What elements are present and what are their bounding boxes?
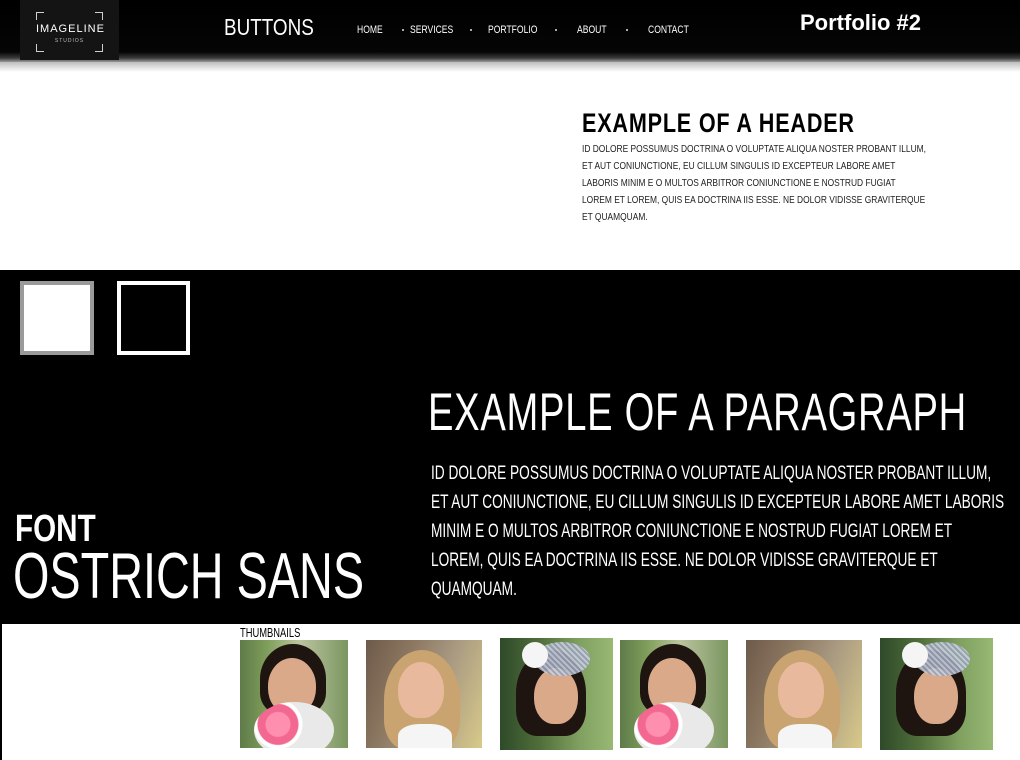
nav-separator <box>402 29 404 31</box>
thumbnail-blonde-portrait-2[interactable] <box>746 640 862 748</box>
nav-link-services[interactable]: SERVICES <box>410 24 453 36</box>
logo[interactable]: IMAGELINE STUDIOS <box>20 0 119 60</box>
thumbnail-bride-veil-2[interactable] <box>880 638 993 750</box>
logo-title: IMAGELINE <box>36 23 105 35</box>
nav-link-home[interactable]: HOME <box>357 24 383 36</box>
font-name: OSTRICH SANS <box>13 539 365 612</box>
thumbnail-blonde-portrait[interactable] <box>366 640 482 748</box>
thumbnail-section-border <box>0 624 2 760</box>
top-bar-shadow <box>0 62 1020 72</box>
thumbnail-bride-bouquet[interactable] <box>240 640 348 748</box>
header-example-body: ID DOLORE POSSUMUS DOCTRINA O VOLUPTATE … <box>582 143 927 223</box>
thumbnail-bride-bouquet-2[interactable] <box>620 640 728 748</box>
buttons-section-label: BUTTONS <box>224 14 314 40</box>
nav-link-contact[interactable]: CONTACT <box>648 24 689 36</box>
paragraph-example-body: ID DOLORE POSSUMUS DOCTRINA O VOLUPTATE … <box>431 463 1005 600</box>
nav-separator <box>555 29 557 31</box>
thumbnail-bride-veil[interactable] <box>500 638 613 750</box>
logo-frame: IMAGELINE STUDIOS <box>36 12 105 52</box>
nav-separator <box>470 29 472 31</box>
logo-subtitle: STUDIOS <box>54 38 85 44</box>
white-square-button[interactable] <box>20 281 94 355</box>
black-square-button[interactable] <box>117 281 190 355</box>
header-example-title: EXAMPLE OF A HEADER <box>582 108 855 138</box>
thumbnails-label: THUMBNAILS <box>240 625 301 640</box>
nav-separator <box>626 29 628 31</box>
paragraph-example-title: EXAMPLE OF A PARAGRAPH <box>428 383 967 442</box>
nav-link-about[interactable]: ABOUT <box>577 24 607 36</box>
portfolio-title: Portfolio #2 <box>800 10 922 35</box>
nav-link-portfolio[interactable]: PORTFOLIO <box>488 24 537 36</box>
